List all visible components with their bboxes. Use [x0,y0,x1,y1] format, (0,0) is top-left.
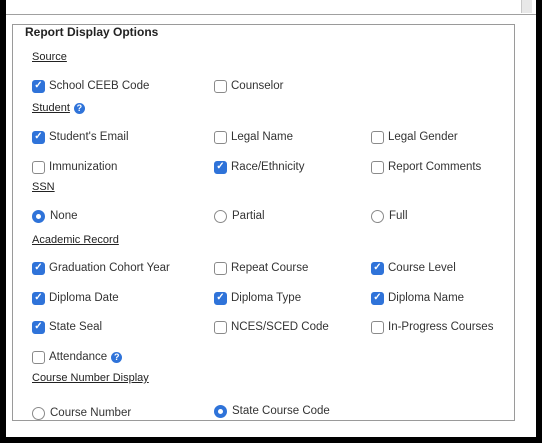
checkbox-checked-icon[interactable]: ✓ [371,291,384,305]
checkbox-unchecked-icon[interactable] [214,261,227,275]
checkbox-diploma-type[interactable]: ✓ Diploma Type [214,290,301,306]
checkbox-unchecked-icon[interactable] [371,320,384,334]
checkbox-course-level[interactable]: ✓ Course Level [371,260,456,276]
checkbox-checked-icon[interactable]: ✓ [32,130,45,144]
section-ssn: SSN [32,181,55,193]
checkbox-checked-icon[interactable]: ✓ [371,261,384,275]
checkbox-race-ethnicity[interactable]: ✓ Race/Ethnicity [214,159,305,175]
checkbox-repeat-course[interactable]: Repeat Course [214,260,308,276]
fieldset-legend: Report Display Options [22,26,162,38]
section-course-number-display: Course Number Display [32,372,149,384]
checkbox-checked-icon[interactable]: ✓ [32,79,45,93]
radio-ssn-full[interactable]: Full [371,208,408,224]
checkbox-graduation-cohort-year[interactable]: ✓ Graduation Cohort Year [32,260,170,276]
checkbox-students-email[interactable]: ✓ Student's Email [32,129,129,145]
section-academic-record: Academic Record [32,234,119,246]
scrollbar[interactable] [521,0,532,13]
checkbox-unchecked-icon[interactable] [214,79,227,93]
checkbox-unchecked-icon[interactable] [32,350,45,364]
checkbox-checked-icon[interactable]: ✓ [32,320,45,334]
report-panel: Report Display Options Source ✓ School C… [6,0,536,437]
section-source: Source [32,51,67,63]
checkbox-checked-icon[interactable]: ✓ [32,291,45,305]
checkbox-diploma-date[interactable]: ✓ Diploma Date [32,290,119,306]
checkbox-school-ceeb-code[interactable]: ✓ School CEEB Code [32,78,149,94]
section-student: Student? [32,102,85,114]
radio-ssn-none[interactable]: None [32,208,78,224]
top-bar [6,0,536,15]
checkbox-nces-sced-code[interactable]: NCES/SCED Code [214,319,329,335]
radio-state-course-code[interactable]: State Course Code [214,403,330,419]
checkbox-unchecked-icon[interactable] [32,160,45,174]
checkbox-attendance[interactable]: Attendance ? [32,349,123,365]
radio-unselected-icon[interactable] [371,209,384,223]
checkbox-in-progress-courses[interactable]: In-Progress Courses [371,319,493,335]
checkbox-checked-icon[interactable]: ✓ [214,291,227,305]
checkbox-state-seal[interactable]: ✓ State Seal [32,319,102,335]
checkbox-checked-icon[interactable]: ✓ [214,160,227,174]
radio-ssn-partial[interactable]: Partial [214,208,265,224]
checkbox-unchecked-icon[interactable] [214,130,227,144]
checkbox-legal-gender[interactable]: Legal Gender [371,129,458,145]
checkbox-unchecked-icon[interactable] [371,130,384,144]
radio-course-number[interactable]: Course Number [32,405,131,421]
checkbox-counselor[interactable]: Counselor [214,78,283,94]
radio-selected-icon[interactable] [214,404,227,418]
checkbox-unchecked-icon[interactable] [371,160,384,174]
help-icon[interactable]: ? [111,351,123,363]
checkbox-report-comments[interactable]: Report Comments [371,159,481,175]
radio-selected-icon[interactable] [32,209,45,223]
checkbox-checked-icon[interactable]: ✓ [32,261,45,275]
checkbox-diploma-name[interactable]: ✓ Diploma Name [371,290,464,306]
help-icon[interactable]: ? [73,103,85,114]
checkbox-immunization[interactable]: Immunization [32,159,117,175]
radio-unselected-icon[interactable] [32,406,45,420]
radio-unselected-icon[interactable] [214,209,227,223]
checkbox-unchecked-icon[interactable] [214,320,227,334]
checkbox-legal-name[interactable]: Legal Name [214,129,293,145]
